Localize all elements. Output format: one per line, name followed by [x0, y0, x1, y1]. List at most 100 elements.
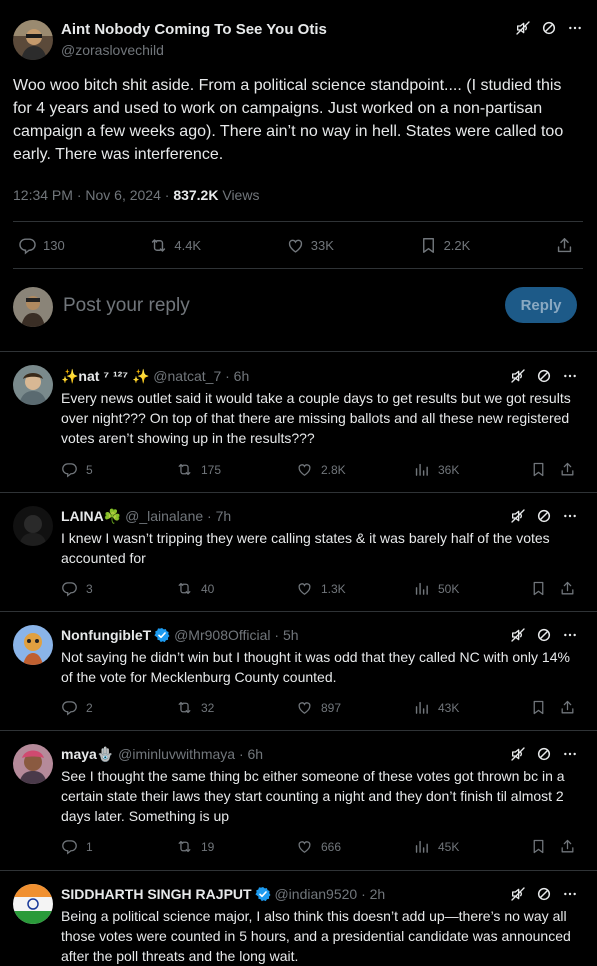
reply-handle-time[interactable]: @natcat_7 · 6h — [149, 368, 249, 384]
views-button[interactable]: 43K — [413, 699, 459, 716]
repost-icon — [176, 699, 193, 716]
block-icon[interactable] — [536, 886, 552, 902]
avatar[interactable] — [13, 625, 53, 665]
reply-author-name[interactable]: ✨nat ⁷ ¹²⁷ ✨ — [61, 368, 149, 384]
mute-icon[interactable] — [510, 368, 526, 384]
like-button[interactable]: 2.8K — [296, 461, 346, 478]
reply-author[interactable]: ✨nat ⁷ ¹²⁷ ✨ @natcat_7 · 6h — [61, 368, 249, 385]
reply-author-name[interactable]: maya🪬 — [61, 746, 114, 762]
bookmark-icon — [530, 699, 547, 716]
repost-button[interactable]: 32 — [176, 699, 214, 716]
reply-post[interactable]: NonfungibleT @Mr908Official · 5h Not say… — [0, 612, 597, 730]
avatar[interactable] — [13, 506, 53, 546]
avatar[interactable] — [13, 744, 53, 784]
reply-button[interactable]: 2 — [61, 699, 93, 716]
block-icon[interactable] — [536, 508, 552, 524]
block-icon[interactable] — [536, 627, 552, 643]
reply-button[interactable]: 5 — [61, 461, 93, 478]
mute-icon[interactable] — [515, 20, 531, 36]
repost-icon — [176, 838, 193, 855]
bookmark-icon — [530, 461, 547, 478]
like-button[interactable]: 897 — [296, 699, 341, 716]
views-button[interactable]: 45K — [413, 838, 459, 855]
share-button[interactable] — [559, 461, 576, 478]
avatar[interactable] — [13, 365, 53, 405]
repost-button[interactable]: 19 — [176, 838, 214, 855]
repost-icon — [176, 580, 193, 597]
share-button[interactable] — [559, 699, 576, 716]
repost-button[interactable]: 175 — [176, 461, 221, 478]
reply-author[interactable]: SIDDHARTH SINGH RAJPUT @indian9520 · 2h — [61, 886, 385, 902]
bookmark-button[interactable]: 2.2K — [419, 236, 470, 255]
repost-button[interactable]: 4.4K — [149, 236, 201, 255]
tweet-top-actions — [515, 20, 583, 36]
block-icon[interactable] — [541, 20, 557, 36]
reply-author-name[interactable]: LAINA☘️ — [61, 508, 121, 524]
reply-post[interactable]: ✨nat ⁷ ¹²⁷ ✨ @natcat_7 · 6h Every news o… — [0, 352, 597, 492]
more-icon[interactable] — [562, 746, 578, 762]
reply-author-name[interactable]: NonfungibleT — [61, 627, 151, 643]
block-icon[interactable] — [536, 368, 552, 384]
author-handle[interactable]: @zoraslovechild — [61, 42, 164, 58]
share-icon — [559, 580, 576, 597]
reply-input[interactable]: Post your reply — [63, 295, 190, 317]
reply-author[interactable]: NonfungibleT @Mr908Official · 5h — [61, 627, 299, 643]
reply-author[interactable]: maya🪬 @iminluvwithmaya · 6h — [61, 746, 263, 763]
reply-text: Not saying he didn’t win but I thought i… — [61, 649, 570, 685]
mute-icon[interactable] — [510, 886, 526, 902]
reply-text: Being a political science major, I also … — [61, 908, 571, 964]
bookmark-button[interactable] — [530, 699, 547, 716]
share-button[interactable] — [559, 580, 576, 597]
reply-button[interactable]: 130 — [18, 236, 65, 255]
reply-author[interactable]: LAINA☘️ @_lainalane · 7h — [61, 508, 231, 525]
like-button[interactable]: 666 — [296, 838, 341, 855]
reply-post[interactable]: SIDDHARTH SINGH RAJPUT @indian9520 · 2h … — [0, 871, 597, 966]
avatar[interactable] — [13, 20, 53, 60]
reply-count: 130 — [43, 237, 65, 253]
bookmark-button[interactable] — [530, 461, 547, 478]
mute-icon[interactable] — [510, 746, 526, 762]
more-icon[interactable] — [562, 886, 578, 902]
bookmark-button[interactable] — [530, 838, 547, 855]
block-icon[interactable] — [536, 746, 552, 762]
tweet-timestamp[interactable]: 12:34 PM · Nov 6, 2024 · — [13, 187, 173, 203]
more-icon[interactable] — [562, 368, 578, 384]
reply-count: 3 — [86, 581, 93, 596]
reply-count: 5 — [86, 462, 93, 477]
reply-author-name[interactable]: SIDDHARTH SINGH RAJPUT — [61, 886, 252, 902]
like-button[interactable]: 1.3K — [296, 580, 346, 597]
views-button[interactable]: 36K — [413, 461, 459, 478]
mute-icon[interactable] — [510, 508, 526, 524]
reply-handle-time[interactable]: @Mr908Official · 5h — [170, 627, 298, 643]
reply-post[interactable]: LAINA☘️ @_lainalane · 7h I knew I wasn’t… — [0, 493, 597, 611]
reply-icon — [61, 699, 78, 716]
views-count: 43K — [438, 700, 460, 715]
like-icon — [296, 461, 313, 478]
like-button[interactable]: 33K — [286, 236, 334, 255]
like-count: 33K — [310, 237, 334, 253]
avatar — [13, 287, 53, 327]
reply-icon — [61, 461, 78, 478]
reply-button[interactable]: 3 — [61, 580, 93, 597]
author-name[interactable]: Aint Nobody Coming To See You Otis — [61, 21, 327, 38]
reply-button[interactable]: 1 — [61, 838, 93, 855]
reply-top-actions — [510, 746, 578, 762]
views-button[interactable]: 50K — [413, 580, 459, 597]
reply-top-actions — [510, 627, 578, 643]
share-button[interactable] — [555, 236, 574, 255]
more-icon[interactable] — [567, 20, 583, 36]
verified-icon — [255, 886, 271, 902]
repost-button[interactable]: 40 — [176, 580, 214, 597]
reply-post[interactable]: maya🪬 @iminluvwithmaya · 6h See I though… — [0, 731, 597, 870]
mute-icon[interactable] — [510, 627, 526, 643]
reply-handle-time[interactable]: @iminluvwithmaya · 6h — [114, 746, 263, 762]
share-button[interactable] — [559, 838, 576, 855]
repost-count: 40 — [201, 581, 215, 596]
reply-submit-button[interactable]: Reply — [505, 287, 577, 323]
avatar[interactable] — [13, 884, 53, 924]
more-icon[interactable] — [562, 508, 578, 524]
more-icon[interactable] — [562, 627, 578, 643]
reply-handle-time[interactable]: @indian9520 · 2h — [271, 886, 385, 902]
reply-handle-time[interactable]: @_lainalane · 7h — [121, 508, 231, 524]
bookmark-button[interactable] — [530, 580, 547, 597]
